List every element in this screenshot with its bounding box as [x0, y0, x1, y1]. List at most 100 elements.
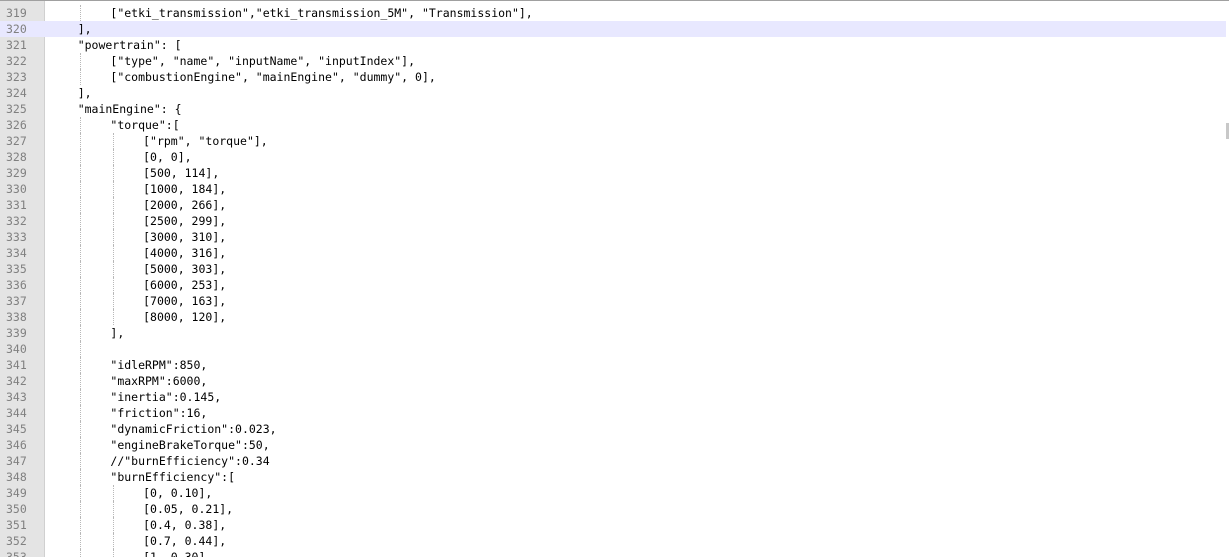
indent-guide: [113, 277, 114, 293]
line-text[interactable]: "torque":[: [110, 117, 179, 133]
line-text[interactable]: "dynamicFriction":0.023,: [110, 421, 276, 437]
line-text[interactable]: "friction":16,: [110, 405, 207, 421]
line-text[interactable]: [1000, 184],: [143, 181, 226, 197]
line-number: 350: [6, 502, 27, 516]
code-line[interactable]: 353 [1, 0.30],: [0, 549, 1226, 557]
code-line[interactable]: 337 [7000, 163],: [0, 293, 1226, 309]
indent-guide: [113, 197, 114, 213]
code-editor[interactable]: 319 ["etki_transmission","etki_transmissi…: [0, 0, 1229, 557]
indent-guide: [80, 181, 81, 197]
line-text[interactable]: [6000, 253],: [143, 277, 226, 293]
line-number: 323: [6, 70, 27, 84]
line-number: 335: [6, 262, 27, 276]
code-line[interactable]: 324],: [0, 85, 1226, 101]
line-text[interactable]: [0.7, 0.44],: [143, 533, 226, 549]
indent-guide: [80, 261, 81, 277]
indent-guide: [80, 405, 81, 421]
line-text[interactable]: ["etki_transmission","etki_transmission_…: [110, 5, 532, 21]
indent-guide: [113, 245, 114, 261]
line-number: 325: [6, 102, 27, 116]
code-line[interactable]: 332 [2500, 299],: [0, 213, 1226, 229]
indent-guide: [80, 469, 81, 485]
line-text[interactable]: [500, 114],: [143, 165, 219, 181]
code-line[interactable]: 319 ["etki_transmission","etki_transmissi…: [0, 5, 1226, 21]
line-text[interactable]: [2500, 299],: [143, 213, 226, 229]
line-number: 332: [6, 214, 27, 228]
line-text[interactable]: "inertia":0.145,: [110, 389, 221, 405]
line-number: 343: [6, 390, 27, 404]
code-line[interactable]: 347 //"burnEfficiency":0.34: [0, 453, 1226, 469]
line-number: 349: [6, 486, 27, 500]
line-text[interactable]: ],: [110, 325, 124, 341]
code-line[interactable]: 329 [500, 114],: [0, 165, 1226, 181]
line-text[interactable]: "maxRPM":6000,: [110, 373, 207, 389]
code-line[interactable]: 346 "engineBrakeTorque":50,: [0, 437, 1226, 453]
line-text[interactable]: ["type", "name", "inputName", "inputInde…: [110, 53, 415, 69]
indent-guide: [113, 165, 114, 181]
line-text[interactable]: [2000, 266],: [143, 197, 226, 213]
line-text[interactable]: ],: [78, 85, 92, 101]
line-text[interactable]: [8000, 120],: [143, 309, 226, 325]
code-line[interactable]: 326 "torque":[: [0, 117, 1226, 133]
code-line[interactable]: 321 "powertrain": [: [0, 37, 1226, 53]
line-text[interactable]: //"burnEfficiency":0.34: [110, 453, 269, 469]
code-line[interactable]: 327 ["rpm", "torque"],: [0, 133, 1226, 149]
code-line[interactable]: 333 [3000, 310],: [0, 229, 1226, 245]
line-text[interactable]: ["rpm", "torque"],: [143, 133, 268, 149]
line-number: 334: [6, 246, 27, 260]
code-line[interactable]: 340: [0, 341, 1226, 357]
line-text[interactable]: ["combustionEngine", "mainEngine", "dumm…: [110, 69, 435, 85]
code-line[interactable]: 351 [0.4, 0.38],: [0, 517, 1226, 533]
code-line[interactable]: 336 [6000, 253],: [0, 277, 1226, 293]
code-line[interactable]: 320],: [0, 21, 1226, 37]
indent-guide: [113, 309, 114, 325]
indent-guide: [80, 341, 81, 357]
code-line[interactable]: 342 "maxRPM":6000,: [0, 373, 1226, 389]
line-text[interactable]: [4000, 316],: [143, 245, 226, 261]
line-text[interactable]: "idleRPM":850,: [110, 357, 207, 373]
code-line[interactable]: 348 "burnEfficiency":[: [0, 469, 1226, 485]
line-text[interactable]: ],: [78, 21, 92, 37]
indent-guide: [80, 549, 81, 557]
code-line[interactable]: 339],: [0, 325, 1226, 341]
line-text[interactable]: [0.4, 0.38],: [143, 517, 226, 533]
line-text[interactable]: [0.05, 0.21],: [143, 501, 233, 517]
code-line[interactable]: 350 [0.05, 0.21],: [0, 501, 1226, 517]
code-line[interactable]: 352 [0.7, 0.44],: [0, 533, 1226, 549]
indent-guide: [80, 245, 81, 261]
line-text[interactable]: "burnEfficiency":[: [110, 469, 235, 485]
indent-guide: [113, 261, 114, 277]
line-number: 353: [6, 550, 27, 557]
code-line[interactable]: 331 [2000, 266],: [0, 197, 1226, 213]
code-line[interactable]: 335 [5000, 303],: [0, 261, 1226, 277]
line-text[interactable]: [0, 0.10],: [143, 485, 212, 501]
code-line[interactable]: 343 "inertia":0.145,: [0, 389, 1226, 405]
line-number: 326: [6, 118, 27, 132]
code-line[interactable]: 341 "idleRPM":850,: [0, 357, 1226, 373]
line-text[interactable]: "engineBrakeTorque":50,: [110, 437, 269, 453]
indent-guide: [113, 213, 114, 229]
indent-guide: [80, 165, 81, 181]
code-line[interactable]: 325 "mainEngine": {: [0, 101, 1226, 117]
line-text[interactable]: [0, 0],: [143, 149, 191, 165]
code-line[interactable]: 328 [0, 0],: [0, 149, 1226, 165]
line-number: 336: [6, 278, 27, 292]
code-line[interactable]: 334 [4000, 316],: [0, 245, 1226, 261]
code-line[interactable]: 330 [1000, 184],: [0, 181, 1226, 197]
line-text[interactable]: [5000, 303],: [143, 261, 226, 277]
line-number: 321: [6, 38, 27, 52]
line-text[interactable]: "powertrain": [: [78, 37, 182, 53]
line-number: 345: [6, 422, 27, 436]
code-lines[interactable]: 319 ["etki_transmission","etki_transmissi…: [0, 5, 1226, 557]
line-text[interactable]: [3000, 310],: [143, 229, 226, 245]
line-text[interactable]: [1, 0.30],: [143, 549, 212, 557]
line-text[interactable]: [7000, 163],: [143, 293, 226, 309]
code-line[interactable]: 338 [8000, 120],: [0, 309, 1226, 325]
line-number: 329: [6, 166, 27, 180]
code-line[interactable]: 345 "dynamicFriction":0.023,: [0, 421, 1226, 437]
code-line[interactable]: 349 [0, 0.10],: [0, 485, 1226, 501]
code-line[interactable]: 344 "friction":16,: [0, 405, 1226, 421]
line-text[interactable]: "mainEngine": {: [78, 101, 182, 117]
code-line[interactable]: 323 ["combustionEngine", "mainEngine", "d…: [0, 69, 1226, 85]
code-line[interactable]: 322 ["type", "name", "inputName", "inputI…: [0, 53, 1226, 69]
